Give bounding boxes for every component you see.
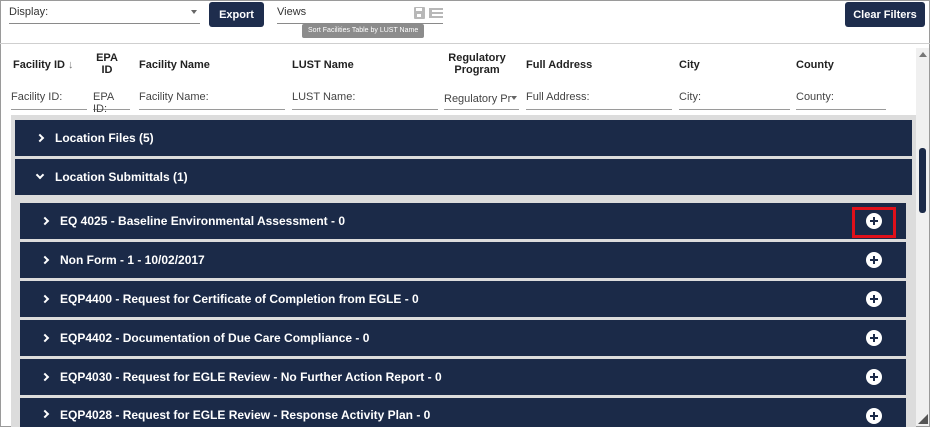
add-circle-icon[interactable]	[866, 291, 882, 307]
submittal-row[interactable]: EQP4028 - Request for EGLE Review - Resp…	[20, 398, 906, 427]
chevron-down-icon	[511, 96, 517, 100]
column-label: Facility ID	[13, 59, 65, 71]
submittal-row[interactable]: Non Form - 1 - 10/02/2017	[20, 242, 906, 278]
location-submittals-section[interactable]: Location Submittals (1)	[15, 159, 912, 195]
city-filter[interactable]: City:	[679, 88, 790, 110]
resize-grip-icon[interactable]	[918, 414, 928, 424]
chevron-down-icon	[191, 10, 197, 14]
chevron-right-icon	[40, 372, 50, 382]
chevron-right-icon	[40, 409, 50, 419]
views-actions	[414, 7, 444, 20]
section-label: Location Submittals (1)	[55, 170, 188, 184]
section-label: Location Files (5)	[55, 131, 154, 145]
scroll-up-arrow-icon[interactable]	[919, 52, 927, 57]
submittal-label: EQ 4025 - Baseline Environmental Assessm…	[60, 214, 346, 228]
scrollbar-thumb[interactable]	[919, 148, 926, 213]
submittal-row[interactable]: EQP4030 - Request for EGLE Review - No F…	[20, 359, 906, 395]
column-header-facility-id[interactable]: Facility ID ↓	[13, 59, 73, 71]
highlight-annotation	[852, 207, 896, 238]
chevron-right-icon	[40, 255, 50, 265]
submittal-label: EQP4400 - Request for Certificate of Com…	[60, 292, 419, 306]
location-files-section[interactable]: Location Files (5)	[15, 120, 912, 156]
vertical-scrollbar[interactable]	[916, 48, 929, 426]
column-header-full-address[interactable]: Full Address	[526, 59, 592, 71]
list-icon[interactable]	[429, 8, 443, 18]
clear-filters-button[interactable]: Clear Filters	[845, 2, 925, 27]
chevron-right-icon	[40, 216, 50, 226]
toolbar: Display: Export Views Sort Facilities Ta…	[0, 0, 930, 44]
add-circle-icon[interactable]	[866, 369, 882, 385]
regulatory-program-select[interactable]: Regulatory Pr	[444, 88, 519, 110]
column-header-city[interactable]: City	[679, 59, 700, 71]
column-label: EPA ID	[96, 52, 118, 76]
column-header-epa-id[interactable]: EPA ID	[93, 52, 121, 76]
submittal-label: EQP4402 - Documentation of Due Care Comp…	[60, 331, 370, 345]
column-header-county[interactable]: County	[796, 59, 834, 71]
chevron-down-icon	[35, 170, 45, 180]
add-circle-icon[interactable]	[866, 252, 882, 268]
add-circle-icon[interactable]	[866, 330, 882, 346]
regulatory-program-value: Regulatory Pr	[444, 93, 512, 105]
facility-id-filter[interactable]: Facility ID:	[11, 88, 87, 110]
export-button[interactable]: Export	[209, 2, 264, 27]
submittal-label: Non Form - 1 - 10/02/2017	[60, 253, 205, 267]
display-select[interactable]: Display:	[9, 6, 200, 24]
submittal-row[interactable]: EQP4400 - Request for Certificate of Com…	[20, 281, 906, 317]
county-filter[interactable]: County:	[796, 88, 886, 110]
full-address-filter[interactable]: Full Address:	[526, 88, 672, 110]
lust-name-filter[interactable]: LUST Name:	[292, 88, 438, 110]
facility-name-filter[interactable]: Facility Name:	[139, 88, 285, 110]
display-select-label: Display:	[9, 6, 49, 18]
submittal-label: EQP4028 - Request for EGLE Review - Resp…	[60, 408, 431, 422]
column-header-facility-name[interactable]: Facility Name	[139, 59, 210, 71]
submittal-label: EQP4030 - Request for EGLE Review - No F…	[60, 370, 442, 384]
save-icon[interactable]	[414, 7, 425, 19]
sort-down-arrow-icon[interactable]: ↓	[68, 59, 74, 71]
sort-tooltip: Sort Facilities Table by LUST Name	[302, 24, 425, 38]
submittal-row[interactable]: EQP4402 - Documentation of Due Care Comp…	[20, 320, 906, 356]
epa-id-filter[interactable]: EPA ID:	[93, 88, 130, 115]
column-header-regulatory-program[interactable]: Regulatory Program	[446, 52, 508, 76]
chevron-right-icon	[40, 294, 50, 304]
add-circle-icon[interactable]	[866, 408, 882, 424]
submittal-row[interactable]: EQ 4025 - Baseline Environmental Assessm…	[20, 203, 906, 239]
views-label: Views	[277, 6, 307, 18]
chevron-right-icon	[40, 333, 50, 343]
column-header-lust-name[interactable]: LUST Name	[292, 59, 354, 71]
chevron-right-icon	[35, 133, 45, 143]
